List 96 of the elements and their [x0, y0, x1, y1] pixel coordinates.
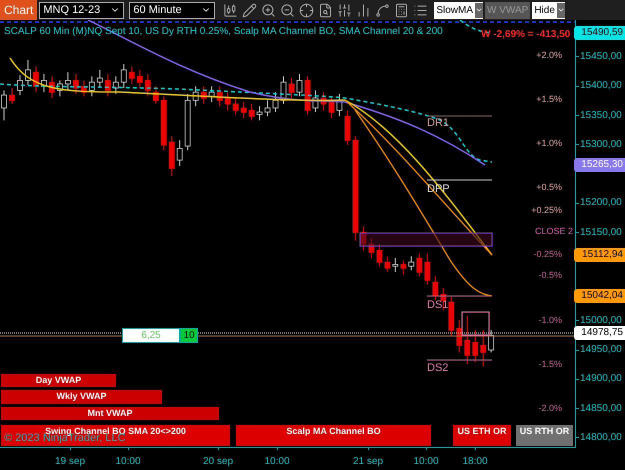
candlestick	[464, 316, 470, 365]
percent-label: +1.0%	[535, 138, 562, 148]
curve-icon[interactable]	[375, 2, 390, 18]
percent-label: -0.25%	[532, 249, 562, 259]
instrument-dropdown[interactable]: MNQ 12-23	[39, 2, 124, 18]
candlestick	[224, 92, 231, 111]
hide-dropdown[interactable]: Hide	[532, 2, 565, 18]
candlestick	[296, 73, 302, 97]
percent-label: -1.0%	[537, 315, 562, 325]
candlestick	[416, 253, 422, 277]
candlestick	[400, 260, 406, 275]
candlestick	[360, 226, 366, 251]
interval-dropdown[interactable]: 60 Minute	[129, 2, 216, 18]
price-tick-label: 15150,00	[580, 226, 622, 239]
candlestick	[272, 92, 278, 113]
price-tick-label: 15400,00	[580, 80, 622, 92]
price-tag: 14978,75	[574, 326, 625, 340]
candlestick	[9, 88, 15, 104]
price-tag: 15042,04	[574, 289, 625, 304]
candlestick	[136, 69, 143, 89]
percent-label: +0.5%	[535, 182, 562, 192]
percent-label: -2.0%	[537, 403, 562, 413]
candlestick	[120, 64, 127, 89]
time-label: 10:00	[413, 456, 439, 468]
range-box	[462, 312, 490, 336]
indicator-button[interactable]: US ETH OR	[453, 425, 511, 446]
candlestick	[17, 74, 23, 96]
candlestick	[64, 72, 71, 91]
zoom-out-icon[interactable]	[280, 2, 296, 18]
document-search-icon[interactable]	[318, 2, 334, 18]
bar-chart-icon[interactable]	[356, 2, 372, 18]
time-label: 19 sep	[54, 456, 86, 468]
indicator-button[interactable]: Day VWAP	[1, 374, 116, 387]
price-tick-label: 14800,00	[580, 432, 622, 444]
close-label: CLOSE 2	[535, 226, 574, 236]
crosshair-icon[interactable]	[299, 2, 314, 18]
candlestick	[208, 86, 215, 103]
indicator-button[interactable]: Scalp MA Channel BO	[236, 425, 431, 446]
pencil-icon[interactable]	[242, 2, 258, 18]
zoom-in-icon[interactable]	[261, 2, 276, 18]
candlestick	[288, 78, 294, 99]
time-label: 10:00	[115, 456, 141, 468]
time-label: 20 sep	[202, 456, 234, 468]
time-label: 10:00	[264, 456, 290, 468]
candlestick	[368, 238, 374, 258]
indicator-button[interactable]: US RTH OR	[516, 425, 573, 446]
candlestick	[480, 330, 486, 367]
candlestick	[392, 257, 398, 273]
percent-label: -0.5%	[537, 270, 562, 280]
order-quantity-field[interactable]: 10	[180, 328, 198, 343]
price-tag: 15112,94	[574, 248, 625, 262]
candlestick	[376, 243, 382, 267]
indicator-button[interactable]: Wkly VWAP	[1, 390, 162, 404]
percent-label: +1.5%	[535, 94, 562, 104]
candlestick	[72, 73, 79, 94]
calculator-icon[interactable]	[394, 2, 410, 18]
candlestick	[248, 103, 254, 121]
price-tag: 15265,30	[574, 158, 625, 172]
price-tick-label: 14900,00	[580, 373, 622, 386]
price-tick-label: 15450,00	[580, 50, 622, 63]
caret-icon	[475, 6, 484, 14]
candlestick	[424, 253, 430, 285]
pivot-level-label: DR1	[427, 117, 450, 129]
indicator-button[interactable]: Mnt VWAP	[1, 407, 219, 420]
time-label: 21 sep	[352, 456, 384, 468]
price-tag: 15490,59	[574, 26, 625, 40]
sliders-icon[interactable]	[337, 2, 352, 18]
candlestick	[264, 100, 270, 117]
candlestick	[328, 96, 334, 118]
price-tick-label: 14850,00	[580, 402, 622, 415]
price-tick-label: 15000,00	[580, 314, 622, 327]
candlestick	[488, 330, 494, 353]
chart-tab[interactable]: Chart	[0, 0, 38, 20]
pivot-level-label: DS2	[427, 362, 448, 374]
candlestick	[408, 256, 414, 271]
price-tick-label: 15200,00	[580, 197, 622, 210]
price-tick-label: 15300,00	[580, 138, 622, 151]
percent-label: -1.5%	[537, 359, 562, 369]
candlestick	[432, 276, 438, 301]
percent-label: +0.25%	[530, 205, 562, 215]
time-label: 18:00	[462, 456, 488, 468]
candlestick-icon[interactable]	[223, 2, 238, 18]
candlestick	[232, 98, 238, 115]
indicator-dropdown[interactable]: SlowMA	[434, 2, 484, 18]
candlestick	[128, 66, 135, 84]
price-tick-label: 14950,00	[580, 344, 622, 356]
profit-loss-text: W -2,69% = -413,50	[481, 28, 570, 42]
candlestick	[240, 102, 246, 118]
price-tick-label: 15350,00	[580, 110, 622, 122]
candlestick	[256, 106, 262, 121]
candlestick	[472, 330, 478, 363]
candlestick	[384, 256, 390, 273]
percent-label: +2.0%	[535, 50, 562, 60]
candlestick	[96, 69, 103, 89]
candlestick	[176, 140, 183, 166]
caret-icon	[556, 6, 565, 14]
